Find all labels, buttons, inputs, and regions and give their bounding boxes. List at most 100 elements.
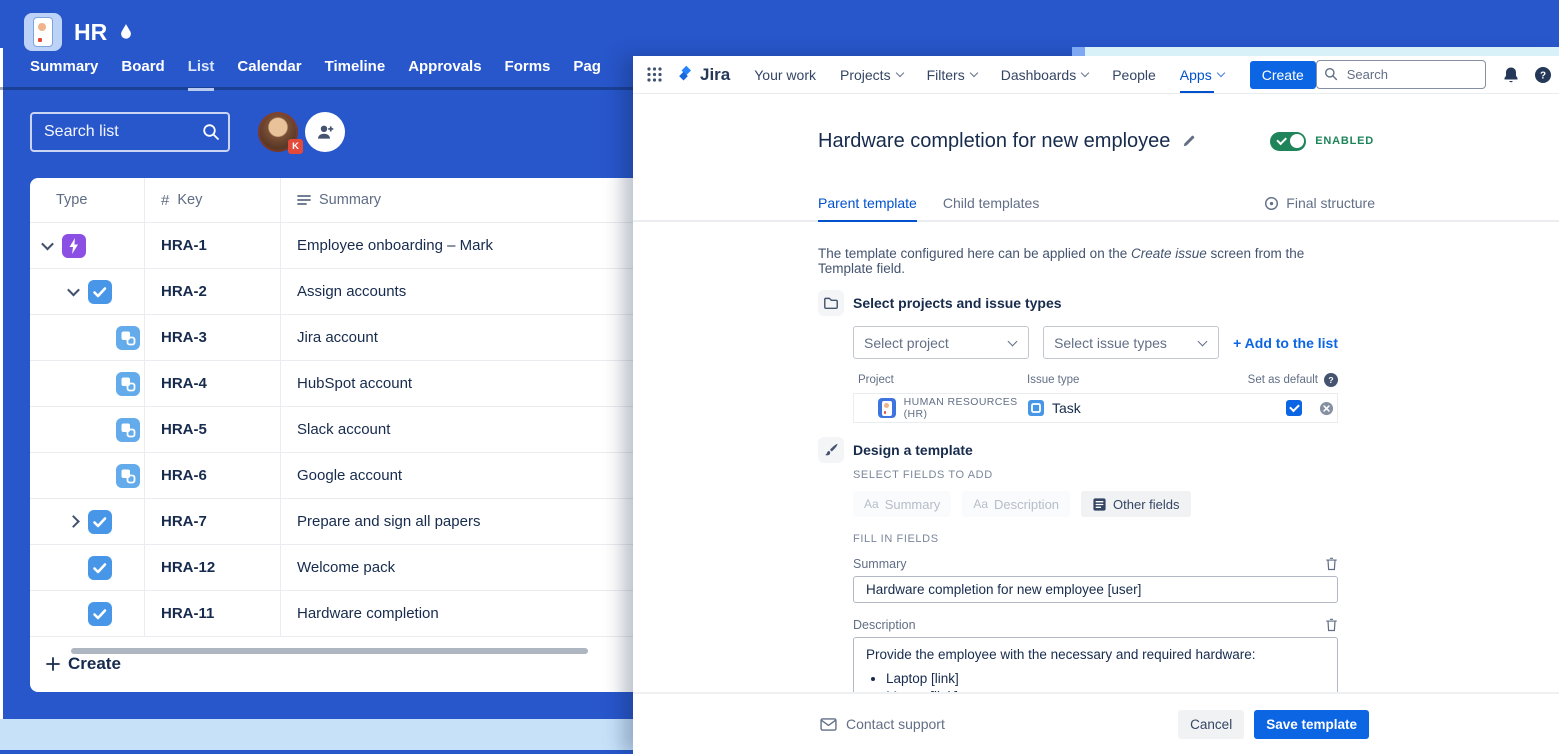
chip-summary: Aa Summary: [853, 491, 951, 517]
nav-projects[interactable]: Projects: [840, 56, 903, 93]
contact-support-link[interactable]: Contact support: [820, 716, 945, 732]
table-row[interactable]: HRA-4 HubSpot account: [30, 361, 633, 407]
hash-icon: #: [161, 192, 169, 209]
jira-logo[interactable]: Jira: [676, 65, 730, 85]
issue-summary[interactable]: Prepare and sign all papers: [281, 499, 633, 544]
create-button[interactable]: Create: [1250, 61, 1316, 89]
remove-row-icon[interactable]: [1319, 401, 1334, 416]
set-default-checkbox[interactable]: [1286, 400, 1302, 416]
issue-key[interactable]: HRA-11: [145, 591, 281, 636]
cancel-button[interactable]: Cancel: [1178, 710, 1244, 739]
chevron-right-icon[interactable]: [64, 517, 82, 526]
status-badge: ENABLED: [1315, 135, 1374, 147]
svg-text:?: ?: [1540, 70, 1546, 81]
delete-description-trash-icon[interactable]: [1325, 618, 1338, 632]
horizontal-scrollbar[interactable]: [71, 648, 588, 654]
issue-key[interactable]: HRA-5: [145, 407, 281, 452]
create-issue-button[interactable]: Create: [46, 654, 121, 674]
add-to-list-link[interactable]: + Add to the list: [1233, 335, 1338, 351]
delete-summary-trash-icon[interactable]: [1325, 557, 1338, 571]
issue-key[interactable]: HRA-7: [145, 499, 281, 544]
tab-board[interactable]: Board: [121, 58, 164, 91]
avatar-badge: K: [288, 139, 303, 154]
column-header-type[interactable]: Type: [30, 178, 145, 222]
tab-calendar[interactable]: Calendar: [237, 58, 301, 91]
table-row[interactable]: HRA-5 Slack account: [30, 407, 633, 453]
tab-parent-template[interactable]: Parent template: [818, 195, 917, 222]
chevron-down-icon[interactable]: [64, 287, 82, 296]
nav-apps[interactable]: Apps: [1180, 56, 1224, 93]
column-header-key[interactable]: # Key: [145, 178, 281, 222]
avatar[interactable]: K: [258, 112, 298, 152]
tab-forms[interactable]: Forms: [505, 58, 551, 91]
issue-summary[interactable]: Assign accounts: [281, 269, 633, 314]
help-icon[interactable]: ?: [1534, 66, 1552, 84]
table-row[interactable]: HRA-12 Welcome pack: [30, 545, 633, 591]
issue-key[interactable]: HRA-1: [145, 223, 281, 268]
tab-timeline[interactable]: Timeline: [325, 58, 386, 91]
issue-key[interactable]: HRA-3: [145, 315, 281, 360]
issue-key[interactable]: HRA-6: [145, 453, 281, 498]
tab-summary[interactable]: Summary: [30, 58, 98, 91]
summary-input[interactable]: [853, 576, 1338, 603]
issue-key[interactable]: HRA-4: [145, 361, 281, 406]
save-template-button[interactable]: Save template: [1254, 710, 1369, 739]
global-search-input[interactable]: [1316, 60, 1486, 89]
chip-other-fields[interactable]: Other fields: [1081, 491, 1190, 517]
project-mapping-row[interactable]: HUMAN RESOURCES (HR) Task: [853, 393, 1338, 423]
final-structure-link[interactable]: Final structure: [1264, 195, 1375, 220]
issue-summary[interactable]: Google account: [281, 453, 633, 498]
folder-icon: [818, 290, 844, 316]
issue-summary[interactable]: Jira account: [281, 315, 633, 360]
project-header: HR: [24, 13, 133, 51]
issue-key[interactable]: HRA-2: [145, 269, 281, 314]
template-footer: Contact support Cancel Save template: [633, 692, 1559, 754]
tab-pages[interactable]: Pag: [573, 58, 601, 91]
scrollbar-track[interactable]: [0, 48, 3, 720]
paintbrush-icon: [818, 437, 844, 463]
table-row[interactable]: HRA-3 Jira account: [30, 315, 633, 361]
tab-list[interactable]: List: [188, 58, 215, 91]
select-projects-section-heading: Select projects and issue types: [818, 290, 1338, 316]
edit-title-pencil-icon[interactable]: [1182, 134, 1196, 148]
nav-your-work[interactable]: Your work: [754, 56, 816, 93]
add-person-button[interactable]: [305, 112, 345, 152]
issue-summary[interactable]: Hardware completion: [281, 591, 633, 636]
app-switcher-icon[interactable]: [647, 67, 662, 82]
table-row[interactable]: HRA-6 Google account: [30, 453, 633, 499]
type-cell: [30, 223, 145, 268]
nav-people[interactable]: People: [1112, 56, 1156, 93]
search-list-input[interactable]: [30, 112, 230, 152]
table-row[interactable]: HRA-7 Prepare and sign all papers: [30, 499, 633, 545]
table-row[interactable]: HRA-11 Hardware completion: [30, 591, 633, 637]
issue-summary[interactable]: HubSpot account: [281, 361, 633, 406]
select-project-dropdown[interactable]: Select project: [853, 326, 1029, 359]
task-icon: [88, 510, 112, 534]
table-row[interactable]: HRA-2 Assign accounts: [30, 269, 633, 315]
subtask-icon: [116, 372, 140, 396]
issue-type-cell: Task: [1028, 400, 1286, 416]
nav-dashboards[interactable]: Dashboards: [1001, 56, 1089, 93]
type-cell: [30, 591, 145, 636]
fill-in-fields-label: FILL IN FIELDS: [853, 533, 1338, 545]
notifications-icon[interactable]: [1502, 66, 1520, 84]
tab-child-templates[interactable]: Child templates: [943, 195, 1040, 222]
select-issue-types-dropdown[interactable]: Select issue types: [1043, 326, 1219, 359]
nav-filters[interactable]: Filters: [927, 56, 977, 93]
issue-summary[interactable]: Welcome pack: [281, 545, 633, 590]
chevron-down-icon: [1216, 69, 1224, 77]
column-header-summary[interactable]: Summary: [281, 178, 633, 222]
tab-approvals[interactable]: Approvals: [408, 58, 481, 91]
enabled-toggle[interactable]: [1270, 132, 1306, 151]
issue-key[interactable]: HRA-12: [145, 545, 281, 590]
template-content: The template configured here can be appl…: [818, 246, 1338, 737]
table-row[interactable]: HRA-1 Employee onboarding – Mark: [30, 223, 633, 269]
bottom-edge: [0, 750, 633, 754]
issue-summary[interactable]: Employee onboarding – Mark: [281, 223, 633, 268]
issue-summary[interactable]: Slack account: [281, 407, 633, 452]
select-fields-label: SELECT FIELDS TO ADD: [853, 469, 1338, 481]
help-circle-icon[interactable]: ?: [1324, 373, 1338, 387]
chevron-down-icon[interactable]: [38, 241, 56, 250]
chevron-down-icon: [895, 69, 903, 77]
ink-pen-icon[interactable]: [119, 23, 133, 41]
